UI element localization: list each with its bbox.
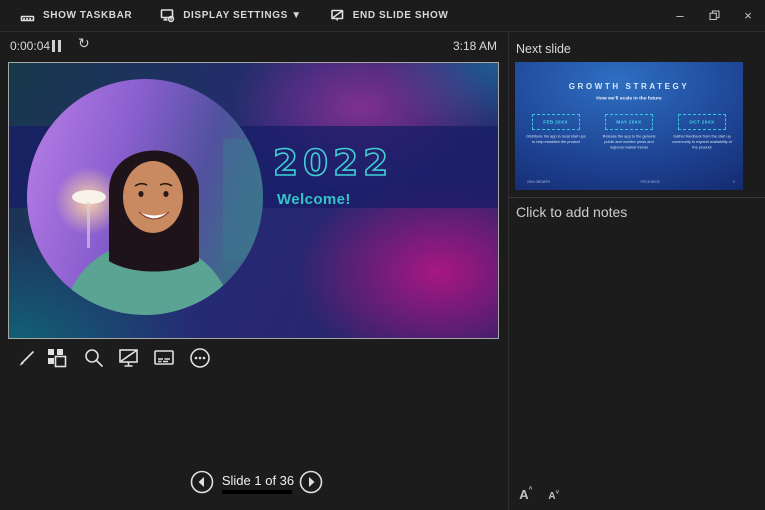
toggle-subtitles-button[interactable] — [151, 344, 177, 372]
slide-progress-bar — [222, 490, 292, 494]
notes-placeholder: Click to add notes — [516, 204, 627, 220]
top-toolbar: SHOW TASKBAR DISPLAY SETTINGS ▼ END SLID… — [0, 0, 765, 32]
restore-button[interactable] — [697, 0, 731, 32]
slide-greeting-text: Welcome! — [277, 191, 351, 208]
show-taskbar-label: SHOW TASKBAR — [43, 10, 132, 21]
close-button[interactable]: × — [731, 0, 765, 32]
slide-navigation: Slide 1 of 36 — [0, 468, 508, 502]
current-time: 3:18 AM — [453, 39, 497, 53]
milestone-item: MAY 20XX Release the app to the general … — [599, 114, 659, 163]
thumbnail-milestones: FEB 20XX Distribute the app to local sta… — [515, 114, 743, 163]
thumbnail-title: GROWTH STRATEGY — [515, 82, 743, 91]
notes-divider — [509, 197, 765, 198]
zoom-slide-button[interactable] — [81, 344, 107, 372]
black-screen-button[interactable] — [116, 344, 142, 372]
milestone-item: FEB 20XX Distribute the app to local sta… — [526, 114, 586, 163]
display-settings-icon — [160, 8, 175, 23]
presenter-camera-circle — [27, 79, 263, 315]
next-slide-button[interactable] — [299, 470, 323, 494]
current-slide-preview[interactable]: 2022 Welcome! — [8, 62, 499, 339]
presenter-view-window: SHOW TASKBAR DISPLAY SETTINGS ▼ END SLID… — [0, 0, 765, 510]
speaker-notes-area[interactable]: Click to add notes — [516, 204, 756, 464]
see-all-slides-button[interactable] — [44, 344, 70, 372]
pause-timer-icon[interactable] — [52, 40, 66, 53]
milestone-date-box: OCT 20XX — [678, 114, 726, 130]
captions-icon — [152, 346, 176, 370]
milestone-date: OCT 20XX — [689, 120, 714, 125]
next-slide-panel: Next slide GROWTH STRATEGY How we'll sca… — [508, 32, 765, 510]
status-row: 0:00:04 ↻ 3:18 AM — [0, 32, 508, 60]
end-slide-show-icon — [330, 8, 345, 23]
thumbnail-footer-center: PITCH DECK — [641, 181, 660, 184]
milestone-description: Distribute the app to local start ups to… — [526, 134, 587, 145]
milestone-item: OCT 20XX Gather feedback from the start … — [672, 114, 732, 163]
end-slide-show-button[interactable]: END SLIDE SHOW — [316, 0, 463, 32]
milestone-date-box: FEB 20XX — [532, 114, 580, 130]
pen-icon — [15, 346, 39, 370]
slide-tools-toolbar — [0, 344, 500, 374]
caret-up-icon: ˄ — [529, 486, 533, 492]
ellipsis-icon — [188, 346, 212, 370]
more-options-button[interactable] — [187, 344, 213, 372]
decrease-text-size-button[interactable]: A˅ — [543, 491, 561, 502]
elapsed-timer: 0:00:04 — [10, 39, 50, 53]
slide-position-label: Slide 1 of 36 — [221, 473, 295, 488]
thumbnail-subtitle: How we'll scale in the future — [549, 96, 709, 101]
next-slide-label: Next slide — [516, 42, 571, 56]
thumbnail-footer-left: 20XX GROWTH — [527, 181, 550, 184]
milestone-description: Gather feedback from the start up commun… — [672, 134, 733, 150]
presenter-avatar — [27, 79, 263, 315]
minimize-button[interactable]: – — [663, 0, 697, 32]
show-taskbar-button[interactable]: SHOW TASKBAR — [6, 0, 146, 32]
previous-slide-button[interactable] — [190, 470, 214, 494]
next-slide-thumbnail[interactable]: GROWTH STRATEGY How we'll scale in the f… — [515, 62, 743, 190]
slide-year-text: 2022 — [273, 143, 393, 184]
slide-grid-icon — [45, 346, 69, 370]
pen-tool-button[interactable] — [14, 344, 40, 372]
display-settings-button[interactable]: DISPLAY SETTINGS ▼ — [146, 0, 316, 32]
window-controls: – × — [663, 0, 765, 32]
end-slide-show-label: END SLIDE SHOW — [353, 10, 449, 21]
caret-down-icon: ˅ — [556, 490, 560, 496]
restart-timer-icon[interactable]: ↻ — [78, 35, 90, 52]
display-settings-label: DISPLAY SETTINGS ▼ — [183, 10, 302, 21]
notes-text-size-controls: A˄ A˅ — [515, 487, 561, 502]
milestone-date: MAY 20XX — [616, 120, 641, 125]
milestone-date-box: MAY 20XX — [605, 114, 653, 130]
magnifier-icon — [82, 346, 106, 370]
previous-arrow-icon — [190, 470, 214, 494]
taskbar-icon — [20, 8, 35, 23]
blank-screen-icon — [117, 346, 141, 370]
milestone-description: Release the app to the general public an… — [599, 134, 660, 150]
milestone-date: FEB 20XX — [544, 120, 568, 125]
thumbnail-footer-page-number: 2 — [733, 181, 735, 184]
next-arrow-icon — [299, 470, 323, 494]
increase-text-size-button[interactable]: A˄ — [515, 487, 533, 502]
